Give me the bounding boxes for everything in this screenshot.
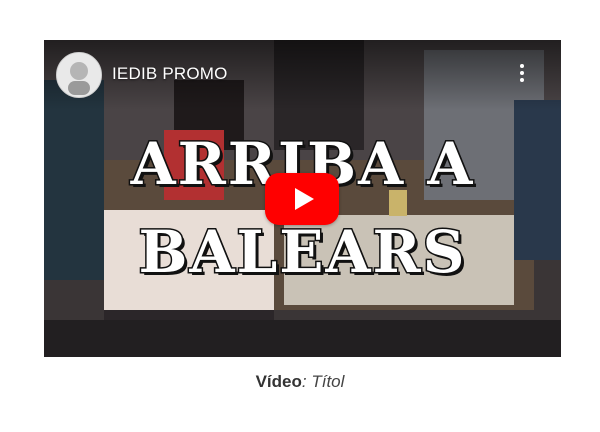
thumbnail-title-line-2: BALEARS: [137, 218, 467, 286]
youtube-play-icon[interactable]: [265, 173, 339, 225]
caption-title: Títol: [311, 372, 345, 391]
video-player[interactable]: IEDIB PROMO ARRIBA A BALEARS: [44, 40, 561, 357]
channel-name[interactable]: IEDIB PROMO: [112, 64, 228, 84]
channel-avatar[interactable]: [56, 52, 102, 98]
video-caption: Vídeo: Títol: [0, 372, 600, 392]
caption-label: Vídeo: [255, 372, 302, 391]
caption-separator: :: [301, 372, 312, 391]
more-vert-icon[interactable]: [519, 64, 525, 86]
